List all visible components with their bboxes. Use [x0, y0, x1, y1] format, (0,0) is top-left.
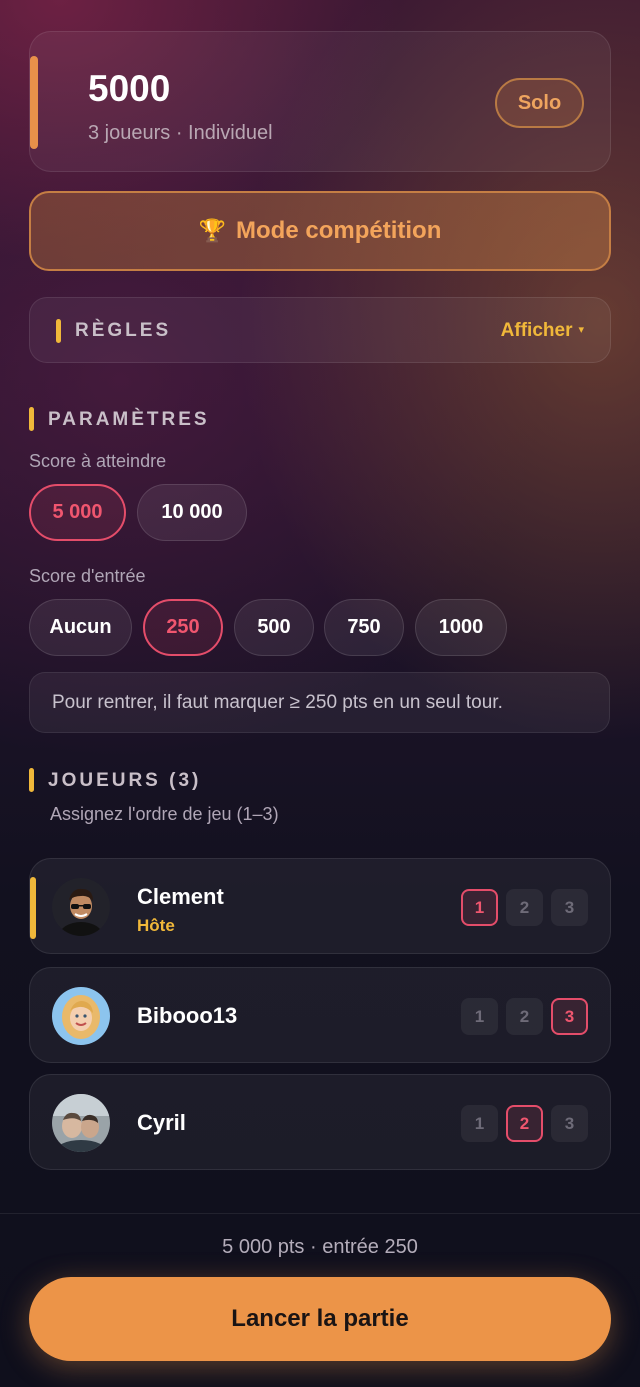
order-button[interactable]: 1	[461, 889, 498, 926]
section-accent	[56, 319, 61, 343]
avatar	[52, 1094, 110, 1152]
order-button[interactable]: 3	[551, 889, 588, 926]
rules-section: RÈGLES Afficher ▾	[29, 297, 611, 363]
order-button[interactable]: 2	[506, 889, 543, 926]
accent-bar	[30, 56, 38, 149]
parameters-title: PARAMÈTRES	[48, 409, 210, 430]
target-score-label: Score à atteindre	[29, 451, 167, 471]
target-option[interactable]: 5 000	[29, 484, 126, 541]
entry-option[interactable]: 1000	[415, 599, 507, 656]
players-subtitle: Assignez l'ordre de jeu (1–3)	[50, 804, 279, 824]
players-title: JOUEURS (3)	[48, 770, 202, 791]
entry-score-label: Score d'entrée	[29, 566, 146, 586]
footer-divider	[0, 1213, 640, 1214]
player-card: Bibooo13 1 2 3	[29, 967, 611, 1063]
rules-toggle-label: Afficher	[500, 320, 573, 341]
order-button[interactable]: 3	[551, 998, 588, 1035]
player-name: Clement	[137, 884, 224, 909]
competition-mode-button[interactable]: 🏆 Mode compétition	[29, 191, 611, 271]
player-role: Hôte	[137, 916, 175, 935]
entry-option[interactable]: 250	[143, 599, 223, 656]
player-card: Cyril 1 2 3	[29, 1074, 611, 1170]
player-name: Cyril	[137, 1110, 186, 1135]
launch-game-button[interactable]: Lancer la partie	[29, 1277, 611, 1361]
player-name: Bibooo13	[137, 1003, 238, 1028]
order-button[interactable]: 1	[461, 1105, 498, 1142]
target-option[interactable]: 10 000	[137, 484, 247, 541]
order-button[interactable]: 2	[506, 1105, 543, 1142]
game-summary-card: 5000 3 joueurs · Individuel Solo	[29, 31, 611, 172]
rules-toggle[interactable]: Afficher ▾	[501, 320, 584, 342]
avatar	[52, 987, 110, 1045]
entry-score-note: Pour rentrer, il faut marquer ≥ 250 pts …	[29, 672, 610, 733]
section-accent	[29, 407, 34, 431]
entry-option[interactable]: 750	[324, 599, 404, 656]
game-title: 5000	[88, 68, 171, 109]
order-button[interactable]: 1	[461, 998, 498, 1035]
avatar	[52, 878, 110, 936]
rules-title: RÈGLES	[75, 320, 172, 341]
mode-badge: Solo	[495, 78, 584, 128]
order-button[interactable]: 3	[551, 1105, 588, 1142]
player-card: Clement Hôte 1 2 3	[29, 858, 611, 954]
competition-mode-label: Mode compétition	[236, 217, 442, 244]
order-button[interactable]: 2	[506, 998, 543, 1035]
caret-down-icon: ▾	[578, 324, 584, 336]
section-accent	[29, 768, 34, 792]
game-subtitle: 3 joueurs · Individuel	[88, 122, 273, 144]
entry-option[interactable]: 500	[234, 599, 314, 656]
trophy-icon: 🏆	[198, 218, 227, 243]
host-indicator	[30, 877, 36, 939]
entry-option[interactable]: Aucun	[29, 599, 132, 656]
footer-summary: 5 000 pts · entrée 250	[222, 1236, 418, 1258]
